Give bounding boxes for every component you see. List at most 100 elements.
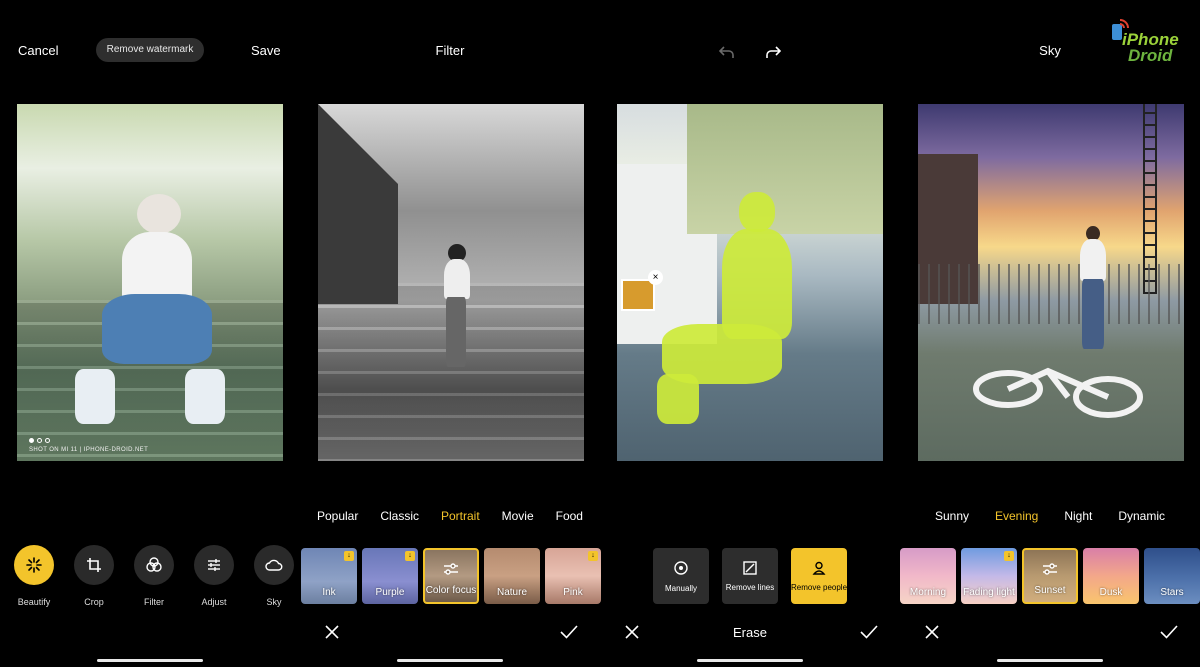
tool-label: Beautify [17,597,51,607]
redo-icon[interactable] [765,45,781,59]
tool-label: Sky [266,597,282,607]
bottom-bar [300,622,600,646]
railing [918,264,1184,324]
iphone-droid-logo: iPhone Droid [1102,16,1194,68]
selected-mini-thumbnail[interactable] [621,279,655,311]
check-icon[interactable] [860,624,878,640]
erase-panel: × Manually Remove lines Remove people Er… [600,0,900,667]
save-button[interactable]: Save [251,43,281,58]
filter-color-focus[interactable]: Color focus [423,548,479,604]
remove-watermark-button[interactable]: Remove watermark [96,38,204,62]
person-shirt [1080,239,1106,281]
tool-label: Crop [84,597,104,607]
crop-icon [74,545,114,585]
tool-beautify[interactable]: Beautify [14,545,54,607]
filter-nature[interactable]: Nature [484,548,540,604]
adjust-icon [194,545,234,585]
erase-options: Manually Remove lines Remove people [653,548,847,604]
sky-sunset[interactable]: Sunset [1022,548,1078,604]
download-icon: ↓ [405,551,415,561]
mode-title: Erase [733,625,767,640]
tab-portrait[interactable]: Portrait [441,509,480,523]
tool-label: Adjust [201,597,227,607]
bottom-bar [900,622,1200,646]
person-jeans [446,297,466,367]
tab-movie[interactable]: Movie [502,509,534,523]
adjust-icon [443,562,459,581]
trees [687,104,883,234]
close-icon[interactable] [324,624,340,640]
close-icon[interactable]: × [648,270,663,285]
filter-pink[interactable]: ↓ Pink [545,548,601,604]
edit-panel: Cancel Remove watermark Save SHOT ON MI … [0,0,300,667]
download-icon: ↓ [344,551,354,561]
download-icon: ↓ [1004,551,1014,561]
sky-categories: Sunny Evening Night Dynamic [900,509,1200,523]
tab-classic[interactable]: Classic [380,509,419,523]
home-indicator [697,659,803,662]
option-remove-lines[interactable]: Remove lines [722,548,778,604]
beautify-icon [14,545,54,585]
tool-label: Filter [144,597,164,607]
person-shirt [444,259,470,299]
person-shoe-left [75,369,115,424]
filter-icon [134,545,174,585]
sky-stars[interactable]: Stars [1144,548,1200,604]
bike-lane-marking [973,367,1143,418]
bottom-bar: Erase [600,622,900,646]
sky-morning[interactable]: Morning [900,548,956,604]
person-jeans [102,294,212,364]
photo-preview [318,104,584,461]
tool-row: Beautify Crop Filter Adjust Sky [14,545,294,607]
person-jeans [1082,279,1104,349]
person-shoe-right [185,369,225,424]
photo-preview: × [617,104,883,461]
selected-person-head [739,192,775,232]
tool-filter[interactable]: Filter [134,545,174,607]
tab-dynamic[interactable]: Dynamic [1118,509,1165,523]
close-icon[interactable] [924,624,940,640]
filter-purple[interactable]: ↓ Purple [362,548,418,604]
option-remove-people[interactable]: Remove people [791,548,847,604]
sky-panel: Sky iPhone Droid Sunny Evening Night Dyn… [900,0,1200,667]
building [318,104,398,304]
option-manually[interactable]: Manually [653,548,709,604]
filter-ink[interactable]: ↓ Ink [301,548,357,604]
tool-adjust[interactable]: Adjust [194,545,234,607]
person-shirt [122,232,192,302]
target-icon [674,560,688,575]
sky-fading-light[interactable]: ↓ Fading light [961,548,1017,604]
filter-strip: ↓ Ink ↓ Purple Color focus Nature ↓ Pink [301,548,601,604]
tab-popular[interactable]: Popular [317,509,358,523]
adjust-icon [1042,562,1058,581]
check-icon[interactable] [1160,624,1178,640]
home-indicator [997,659,1103,662]
lines-icon [743,560,757,575]
tool-crop[interactable]: Crop [74,545,114,607]
undo-icon[interactable] [719,45,735,59]
selected-person-shoe [657,374,699,424]
download-icon: ↓ [588,551,598,561]
photo-preview [918,104,1184,461]
page-title: Filter [435,43,465,58]
sky-strip: Morning ↓ Fading light Sunset Dusk Stars [900,548,1200,604]
person-hat [137,194,181,234]
sky-dusk[interactable]: Dusk [1083,548,1139,604]
tab-food[interactable]: Food [556,509,583,523]
filter-panel: Filter Popular Classic Portrait Movie Fo… [300,0,601,667]
selected-person-body [722,229,792,339]
home-indicator [97,659,203,662]
person-icon [812,561,826,575]
tab-sunny[interactable]: Sunny [935,509,969,523]
watermark-dots [29,438,50,443]
watermark-text: SHOT ON MI 11 | IPHONE-DROID.NET [29,447,149,453]
tab-night[interactable]: Night [1064,509,1092,523]
photo-preview: SHOT ON MI 11 | IPHONE-DROID.NET [17,104,283,461]
check-icon[interactable] [560,624,578,640]
tab-evening[interactable]: Evening [995,509,1038,523]
home-indicator [397,659,503,662]
tool-sky[interactable]: Sky [254,545,294,607]
filter-categories: Popular Classic Portrait Movie Food [300,509,600,523]
cancel-button[interactable]: Cancel [18,43,58,58]
sky-icon [254,545,294,585]
